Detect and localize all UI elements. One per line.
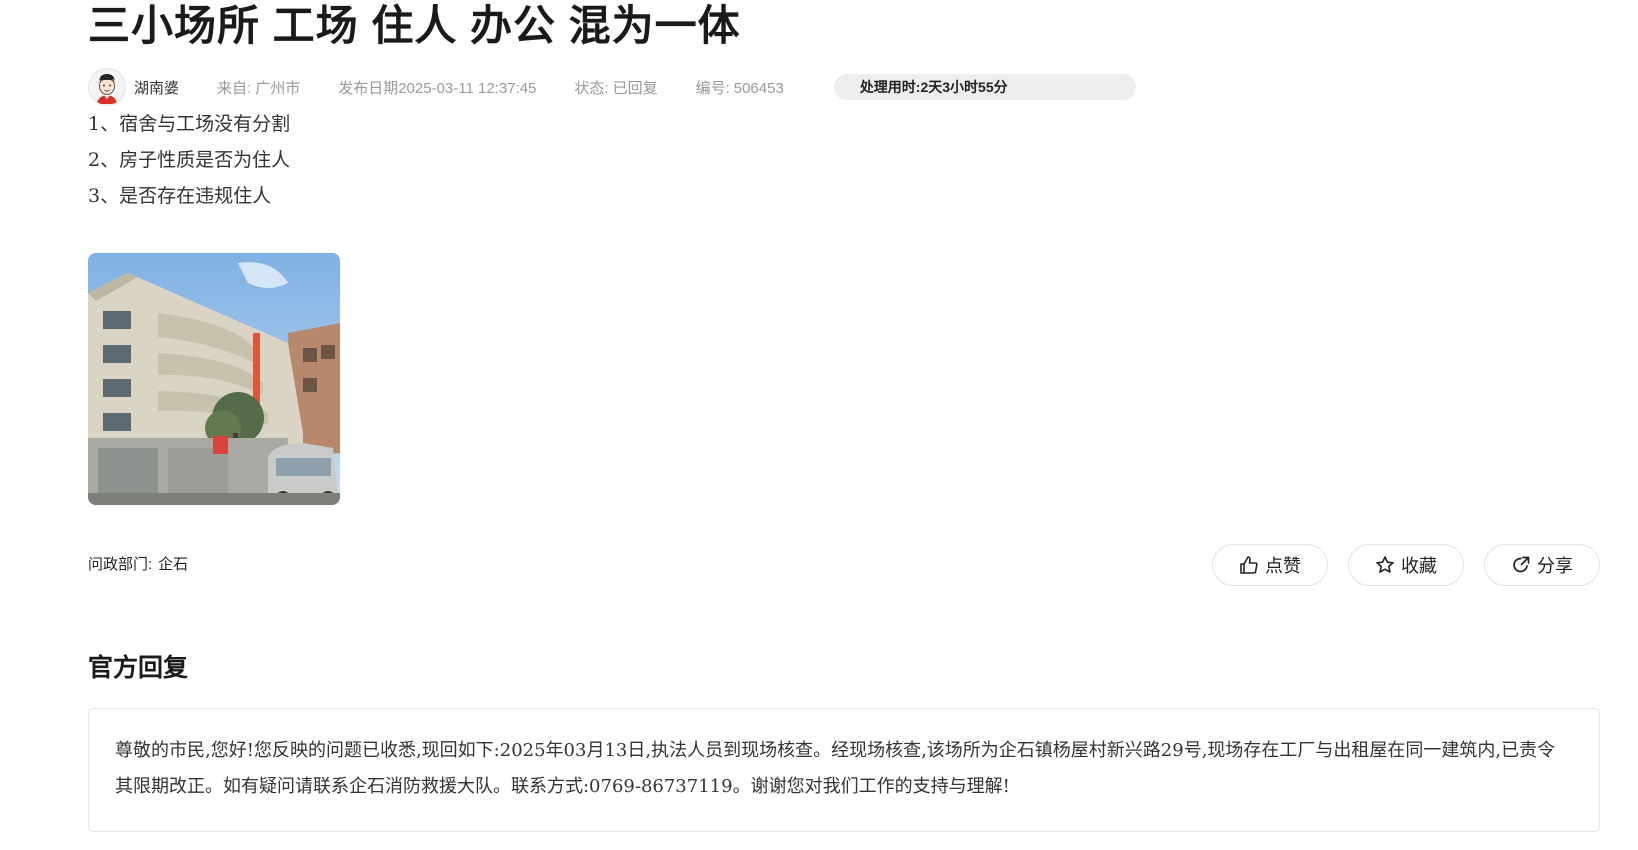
star-icon: [1376, 556, 1394, 573]
post-content: 1、宿舍与工场没有分割 2、房子性质是否为住人 3、是否存在违规住人: [88, 106, 290, 214]
content-line: 3、是否存在违规住人: [88, 185, 272, 207]
share-button[interactable]: 分享: [1484, 544, 1600, 586]
post-photo[interactable]: [88, 253, 340, 505]
official-reply-box: 尊敬的市民,您好!您反映的问题已收悉,现回如下:2025年03月13日,执法人员…: [88, 708, 1600, 832]
meta-status: 状态: 已回复: [574, 79, 658, 97]
post-title: 三小场所 工场 住人 办公 混为一体: [88, 2, 741, 49]
thumbs-up-icon: [1240, 556, 1258, 574]
favorite-button[interactable]: 收藏: [1348, 544, 1464, 586]
avatar[interactable]: [88, 68, 126, 106]
meta-id: 编号: 506453: [695, 79, 784, 97]
share-label: 分享: [1537, 556, 1573, 576]
official-reply-text: 尊敬的市民,您好!您反映的问题已收悉,现回如下:2025年03月13日,执法人员…: [115, 740, 1556, 797]
official-reply-title: 官方回复: [88, 654, 189, 682]
like-label: 点赞: [1265, 556, 1301, 576]
duration-badge: 处理用时:2天3小时55分: [833, 74, 1136, 100]
cartoon-avatar-icon: [97, 74, 117, 104]
post-detail-page: 三小场所 工场 住人 办公 混为一体 湖南婆 来自: 广州市 发布日期2025-0…: [0, 0, 1638, 850]
meta-from: 来自: 广州市: [217, 79, 301, 97]
post-actions: 点赞 收藏 分享: [1212, 544, 1600, 586]
content-line: 1、宿舍与工场没有分割: [88, 113, 291, 135]
favorite-label: 收藏: [1401, 556, 1437, 576]
like-button[interactable]: 点赞: [1212, 544, 1328, 586]
share-icon: [1513, 556, 1530, 573]
post-meta-bar: 湖南婆 来自: 广州市 发布日期2025-03-11 12:37:45 状态: 已回…: [88, 68, 1136, 106]
content-line: 2、房子性质是否为住人: [88, 149, 291, 171]
author-name[interactable]: 湖南婆: [134, 77, 179, 98]
department: 问政部门: 企石: [88, 556, 189, 573]
meta-date: 发布日期2025-03-11 12:37:45: [338, 79, 537, 97]
building-photo-image: [88, 253, 340, 505]
